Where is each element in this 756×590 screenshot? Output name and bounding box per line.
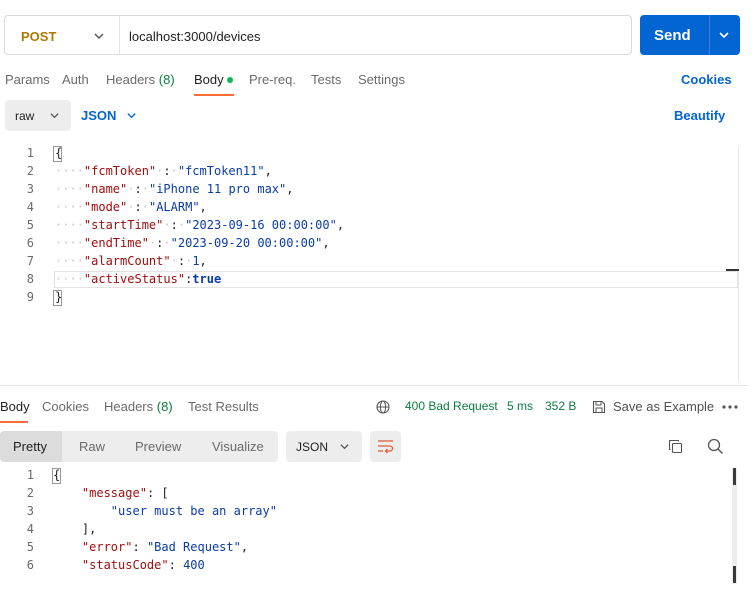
code-line: "message": [ (53, 486, 169, 500)
line-number: 2 (26, 486, 34, 500)
line-number: 1 (26, 468, 34, 482)
code-line: ], (53, 522, 96, 536)
line-number: 3 (26, 504, 34, 518)
code-token: ], (53, 522, 97, 536)
response-scroll-marker-top (733, 468, 736, 485)
code-token: 400 (183, 558, 205, 572)
line-number: 4 (26, 522, 34, 536)
code-line: "error": "Bad Request", (53, 540, 248, 554)
code-token: , (240, 540, 249, 554)
code-token: "statusCode" (81, 558, 169, 572)
response-body-viewer[interactable]: 1{2 "message": [3 "user must be an array… (0, 0, 756, 584)
code-token: "error" (81, 540, 133, 554)
code-token: "Bad Request" (146, 540, 241, 554)
code-token: : (168, 558, 184, 572)
response-scroll-marker-bottom (733, 566, 736, 583)
line-number: 5 (26, 540, 34, 554)
bracket-match-highlight (52, 468, 61, 484)
code-line: "user must be an array" (53, 504, 277, 518)
code-token: : (132, 540, 147, 554)
code-token: : [ (146, 486, 169, 500)
code-line: "statusCode": 400 (53, 558, 205, 572)
code-token: "message" (81, 486, 147, 500)
code-token: "user must be an array" (110, 504, 277, 518)
line-number: 6 (26, 558, 34, 572)
